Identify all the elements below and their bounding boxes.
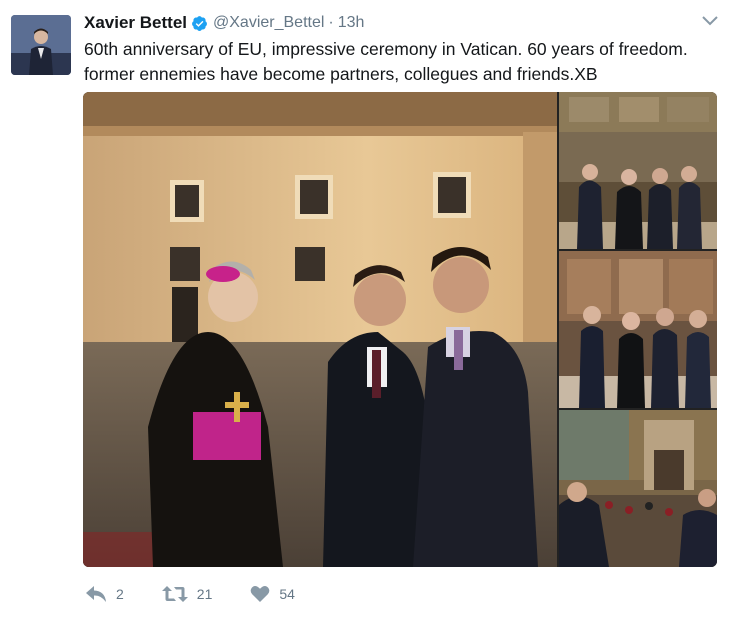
reply-count: 2	[116, 586, 124, 602]
tweet-text-line-2: former ennemies have become partners, co…	[84, 64, 598, 84]
chevron-down-icon[interactable]	[702, 15, 718, 27]
tweet-actions: 2 21 54	[85, 582, 333, 606]
retweet-count: 21	[196, 586, 213, 602]
main-photo[interactable]	[83, 92, 557, 567]
thumbnail-photo-2[interactable]	[559, 251, 717, 408]
separator-dot: ·	[328, 14, 334, 31]
tweet-text: 60th anniversary of EU, impressive cerem…	[84, 37, 724, 87]
thumbnail-photo-1[interactable]	[559, 92, 717, 249]
tweet-text-line-1: 60th anniversary of EU, impressive cerem…	[84, 39, 688, 59]
author-name[interactable]: Xavier Bettel	[84, 13, 187, 33]
heart-icon	[251, 585, 270, 602]
retweet-icon	[161, 586, 188, 602]
avatar[interactable]	[11, 15, 71, 75]
reply-button[interactable]: 2	[85, 585, 124, 603]
tweet-timestamp[interactable]: 13h	[338, 14, 365, 32]
media-grid	[83, 92, 717, 567]
reply-icon	[86, 586, 106, 602]
thumbnail-photo-3[interactable]	[559, 410, 717, 567]
verified-badge-icon	[192, 15, 207, 31]
like-count: 54	[279, 586, 295, 602]
like-button[interactable]: 54	[250, 585, 295, 603]
author-handle[interactable]: @Xavier_Bettel	[213, 14, 324, 32]
tweet[interactable]: Xavier Bettel @Xavier_Bettel · 13h 60th …	[0, 0, 746, 627]
tweet-header: Xavier Bettel @Xavier_Bettel · 13h	[84, 11, 364, 35]
retweet-button[interactable]: 21	[161, 585, 213, 603]
